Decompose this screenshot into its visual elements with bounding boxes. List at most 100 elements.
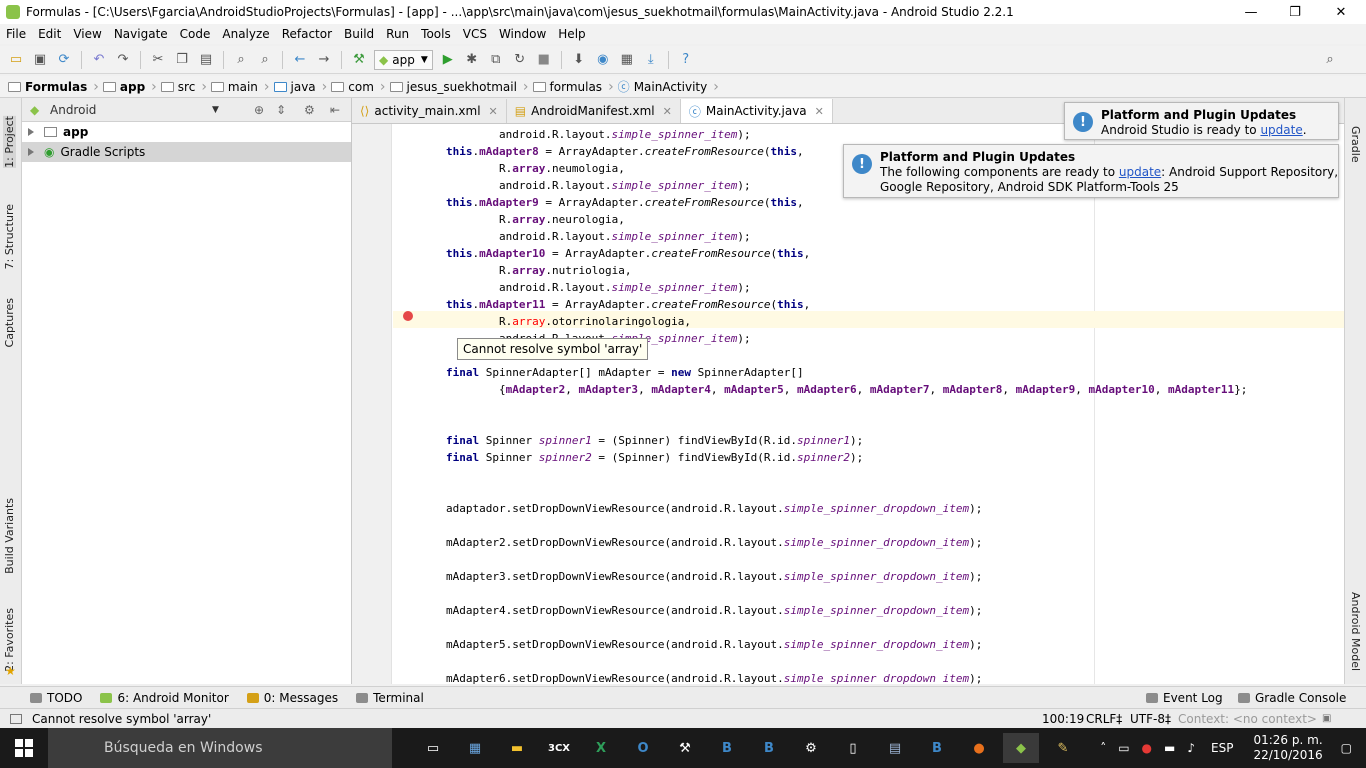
menu-file[interactable]: File (0, 27, 32, 41)
volume-icon[interactable]: ♪ (1187, 741, 1195, 755)
breadcrumb-formulas-package[interactable]: formulas › (532, 79, 614, 95)
menu-build[interactable]: Build (338, 27, 380, 41)
debug-icon[interactable]: ✱ (461, 50, 483, 70)
avd-manager-icon[interactable]: ◉ (592, 50, 614, 70)
chevron-up-icon[interactable]: ˄ (1100, 741, 1106, 755)
notification-center-icon[interactable]: ▢ (1341, 741, 1352, 755)
expand-icon[interactable] (28, 128, 34, 136)
code-line[interactable]: this.mAdapter9 = ArrayAdapter.createFrom… (393, 194, 804, 211)
update-link[interactable]: update (1119, 165, 1161, 179)
file-explorer-icon[interactable]: ▬ (499, 733, 535, 763)
paint-icon[interactable]: ✎ (1045, 733, 1081, 763)
breadcrumb-jesus-suekhotmail[interactable]: jesus_suekhotmail › (389, 79, 529, 95)
excel-icon[interactable]: X (583, 733, 619, 763)
locate-icon[interactable]: ⊕ (254, 103, 264, 117)
gradle-tool-tab[interactable]: Gradle (1349, 126, 1362, 163)
code-line[interactable]: final SpinnerAdapter[] mAdapter = new Sp… (393, 364, 804, 381)
network-icon[interactable]: ▭ (1118, 741, 1129, 755)
tab-mainactivity[interactable]: ⓒ MainActivity.java ✕ (680, 99, 833, 123)
copy-icon[interactable]: ❐ (171, 50, 193, 70)
line-separator[interactable]: CRLF‡ (1086, 712, 1122, 726)
antivirus-icon[interactable]: ● (1142, 741, 1152, 755)
notification-balloon-2[interactable]: ! Platform and Plugin Updates The follow… (843, 144, 1339, 198)
android-studio-icon[interactable]: ◆ (1003, 733, 1039, 763)
breadcrumb-com[interactable]: com › (331, 79, 386, 95)
save-icon[interactable]: ▣ (29, 50, 51, 70)
todo-tool-button[interactable]: TODO (30, 691, 82, 705)
code-area[interactable]: android.R.layout.simple_spinner_item); t… (393, 124, 1344, 684)
b-app-icon[interactable]: B (919, 733, 955, 763)
b-app-icon[interactable]: B (709, 733, 745, 763)
code-line[interactable]: android.R.layout.simple_spinner_item); (393, 279, 751, 296)
code-line[interactable]: R.array.otorrinolaringologia, (393, 313, 691, 330)
menu-help[interactable]: Help (552, 27, 591, 41)
code-line[interactable]: this.mAdapter8 = ArrayAdapter.createFrom… (393, 143, 804, 160)
menu-navigate[interactable]: Navigate (108, 27, 174, 41)
gradle-console-tool-button[interactable]: Gradle Console (1238, 691, 1346, 705)
code-line[interactable]: mAdapter6.setDropDownViewResource(androi… (393, 670, 982, 684)
help-icon[interactable]: ? (675, 50, 697, 70)
update-link[interactable]: update (1260, 123, 1302, 137)
close-tab-icon[interactable]: ✕ (489, 105, 498, 118)
breadcrumb-mainactivity[interactable]: ⓒ MainActivity › (618, 78, 719, 95)
code-line[interactable]: {mAdapter2, mAdapter3, mAdapter4, mAdapt… (393, 381, 1247, 398)
3cx-icon[interactable]: 3CX (541, 733, 577, 763)
gradle-sync-icon[interactable]: ⤓ (640, 50, 662, 70)
menu-window[interactable]: Window (493, 27, 552, 41)
hide-icon[interactable]: ⇤ (330, 103, 340, 117)
close-button[interactable]: ✕ (1318, 0, 1364, 24)
menu-analyze[interactable]: Analyze (216, 27, 275, 41)
redo-icon[interactable]: ↷ (112, 50, 134, 70)
breadcrumb-formulas[interactable]: Formulas › (8, 79, 99, 95)
error-bulb-icon[interactable] (403, 311, 413, 321)
code-line[interactable]: mAdapter5.setDropDownViewResource(androi… (393, 636, 982, 653)
project-structure-icon[interactable]: ▦ (616, 50, 638, 70)
tab-activity-main[interactable]: ⟨⟩ activity_main.xml ✕ (352, 99, 507, 123)
editor-gutter[interactable] (352, 124, 392, 684)
firefox-icon[interactable]: ● (961, 733, 997, 763)
captures-tool-tab[interactable]: Captures (3, 298, 16, 347)
project-tool-tab[interactable]: 1: Project (3, 116, 16, 168)
menu-code[interactable]: Code (174, 27, 217, 41)
b-app-icon[interactable]: B (751, 733, 787, 763)
code-line[interactable]: mAdapter2.setDropDownViewResource(androi… (393, 534, 982, 551)
breadcrumb-java[interactable]: java › (273, 79, 327, 95)
tab-android-manifest[interactable]: ▤ AndroidManifest.xml ✕ (507, 99, 681, 123)
terminal-tool-button[interactable]: Terminal (356, 691, 424, 705)
code-line[interactable]: R.array.neurologia, (393, 211, 625, 228)
windows-search-box[interactable]: Búsqueda en Windows (48, 728, 392, 768)
menu-edit[interactable]: Edit (32, 27, 67, 41)
caret-position[interactable]: 100:19 (1042, 712, 1084, 726)
code-line[interactable]: mAdapter4.setDropDownViewResource(androi… (393, 602, 982, 619)
code-line[interactable]: adaptador.setDropDownViewResource(androi… (393, 500, 982, 517)
code-line[interactable]: R.array.nutriologia, (393, 262, 631, 279)
file-encoding[interactable]: UTF-8‡ (1130, 712, 1171, 726)
run-config-select[interactable]: ◆ app ▼ (374, 49, 433, 70)
cut-icon[interactable]: ✂ (147, 50, 169, 70)
menu-view[interactable]: View (67, 27, 107, 41)
replace-icon[interactable]: ⌕ (254, 50, 276, 70)
structure-tool-tab[interactable]: 7: Structure (3, 204, 16, 269)
task-view-icon[interactable]: ▭ (415, 733, 451, 763)
tools-icon[interactable]: ⚒ (667, 733, 703, 763)
project-item-app[interactable]: app (22, 122, 351, 142)
code-line[interactable]: android.R.layout.simple_spinner_item); (393, 126, 751, 143)
network-app-icon[interactable]: ▦ (457, 733, 493, 763)
attach-icon[interactable]: ⧉ (485, 50, 507, 70)
favorites-tool-tab[interactable]: 2: Favorites (3, 608, 16, 672)
code-line[interactable]: android.R.layout.simple_spinner_item); (393, 228, 751, 245)
build-variants-tool-tab[interactable]: Build Variants (3, 498, 16, 574)
notification-balloon-1[interactable]: ! Platform and Plugin Updates Android St… (1064, 102, 1339, 140)
expand-icon[interactable] (28, 148, 34, 156)
back-icon[interactable]: ← (289, 50, 311, 70)
sdk-manager-icon[interactable]: ⬇ (568, 50, 590, 70)
menu-vcs[interactable]: VCS (457, 27, 493, 41)
menu-run[interactable]: Run (380, 27, 415, 41)
paste-icon[interactable]: ▤ (195, 50, 217, 70)
clock[interactable]: 01:26 p. m. 22/10/2016 (1253, 733, 1322, 763)
open-icon[interactable]: ▭ (5, 50, 27, 70)
document-icon[interactable]: ▤ (877, 733, 913, 763)
power-icon[interactable]: ▬ (1164, 741, 1175, 755)
menu-tools[interactable]: Tools (415, 27, 457, 41)
chevron-down-icon[interactable]: ▼ (212, 105, 219, 115)
